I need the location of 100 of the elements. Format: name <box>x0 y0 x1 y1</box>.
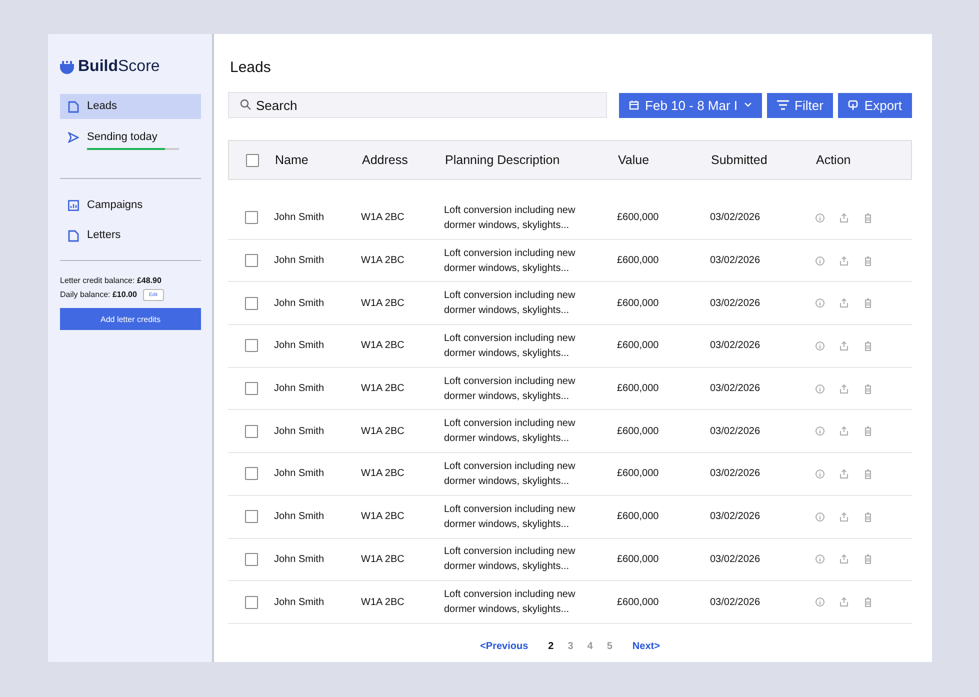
row-checkbox[interactable] <box>244 552 258 566</box>
column-header: Name <box>275 153 310 167</box>
table-cell-text: W1A 2BC <box>361 212 406 224</box>
search-icon <box>240 99 251 110</box>
share-icon[interactable] <box>839 340 849 351</box>
row-checkbox[interactable] <box>244 467 258 480</box>
row-checkbox[interactable] <box>244 254 258 268</box>
trash-icon[interactable] <box>863 512 873 522</box>
nav-item[interactable]: Campaigns <box>60 193 201 217</box>
table-cell-text: 03/02/2026 <box>710 426 762 437</box>
credit-balance: Letter credit balance: £48.90 <box>60 275 162 287</box>
table-cell-text: W1A 2BC <box>361 596 406 608</box>
column-header: Value <box>618 153 650 167</box>
table-cell-text: Loft conversion including new dormer windows, skylights... <box>444 545 576 574</box>
table-cell-text: £600,000 <box>617 255 660 266</box>
table-cell-text: Loft conversion including new dormer windows, skylights... <box>444 502 576 532</box>
nav-item[interactable]: Sending today <box>60 125 201 156</box>
page-title: Leads <box>230 59 272 76</box>
share-icon[interactable] <box>839 426 849 436</box>
info-icon[interactable] <box>815 426 825 436</box>
page-link[interactable]: 5 <box>606 640 612 652</box>
info-icon[interactable] <box>815 384 825 394</box>
share-icon[interactable] <box>839 212 849 223</box>
column-header: Address <box>362 153 409 167</box>
filter-button[interactable]: Filter <box>766 92 834 118</box>
trash-icon[interactable] <box>863 597 873 608</box>
table-cell-text: John Smith <box>274 383 326 394</box>
row-checkbox[interactable] <box>244 382 258 396</box>
share-icon[interactable] <box>839 298 849 308</box>
document-icon <box>68 101 79 113</box>
row-checkbox[interactable] <box>244 296 258 310</box>
table-cell-text: John Smith <box>274 298 326 309</box>
table-cell-text: W1A 2BC <box>361 383 406 394</box>
column-header: Planning Description <box>445 153 561 167</box>
table-cell-text: 03/02/2026 <box>710 212 762 224</box>
trash-icon[interactable] <box>863 468 873 479</box>
info-icon[interactable] <box>815 468 825 479</box>
send-icon <box>68 132 79 143</box>
table-cell-text: 03/02/2026 <box>710 511 762 522</box>
nav-item[interactable]: Leads <box>60 94 201 119</box>
page-link[interactable]: 4 <box>587 640 593 652</box>
table-cell-text: Loft conversion including new dormer windows, skylights... <box>444 460 576 489</box>
trash-icon[interactable] <box>863 426 873 436</box>
share-icon[interactable] <box>839 512 849 522</box>
select-all-checkbox[interactable] <box>246 154 258 166</box>
table-cell-text: John Smith <box>274 554 326 565</box>
previous-link[interactable]: <Previous <box>480 640 528 652</box>
table-cell-text: W1A 2BC <box>361 468 406 480</box>
table-cell-text: John Smith <box>274 426 326 437</box>
share-icon[interactable] <box>839 597 849 608</box>
info-icon[interactable] <box>815 298 825 308</box>
table-cell-text: Loft conversion including new dormer windows, skylights... <box>444 289 576 318</box>
table-cell-text: John Smith <box>274 468 326 480</box>
filter-icon <box>776 100 789 110</box>
brand-name: BuildScore <box>78 58 160 76</box>
page-link[interactable]: 3 <box>568 640 574 652</box>
info-icon[interactable] <box>815 597 825 608</box>
table-cell-text: £600,000 <box>617 511 660 522</box>
table-cell-text: W1A 2BC <box>361 340 406 352</box>
table-cell-text: Loft conversion including new dormer windows, skylights... <box>444 332 576 361</box>
trash-icon[interactable] <box>863 384 873 394</box>
share-icon[interactable] <box>839 256 849 266</box>
export-button[interactable]: Export <box>838 92 912 118</box>
info-icon[interactable] <box>815 340 825 351</box>
share-icon[interactable] <box>839 384 849 394</box>
page-link[interactable]: 2 <box>548 640 554 652</box>
trash-icon[interactable] <box>863 554 873 564</box>
share-icon[interactable] <box>839 468 849 479</box>
table-cell-text: John Smith <box>274 511 326 522</box>
row-checkbox[interactable] <box>244 339 258 352</box>
row-checkbox[interactable] <box>244 510 258 524</box>
table-cell-text: John Smith <box>274 340 326 352</box>
table-cell-text: £600,000 <box>617 340 660 352</box>
trash-icon[interactable] <box>863 298 873 308</box>
add-credits-button[interactable]: Add letter credits <box>60 308 201 330</box>
table-cell-text: £600,000 <box>617 383 660 394</box>
nav-item[interactable]: Letters <box>60 223 201 248</box>
row-checkbox[interactable] <box>244 424 258 438</box>
info-icon[interactable] <box>815 554 825 564</box>
table-cell-text: £600,000 <box>617 468 660 480</box>
table-cell-text: W1A 2BC <box>361 426 406 437</box>
row-checkbox[interactable] <box>244 211 258 224</box>
trash-icon[interactable] <box>863 256 873 266</box>
date-range-button[interactable]: Feb 10 - 8 Mar I <box>619 92 762 118</box>
table-cell-text: 03/02/2026 <box>710 596 762 608</box>
logo-icon <box>60 60 74 74</box>
trash-icon[interactable] <box>863 340 873 351</box>
share-icon[interactable] <box>839 554 849 564</box>
info-icon[interactable] <box>815 256 825 266</box>
table-cell-text: 03/02/2026 <box>710 298 762 309</box>
calendar-icon <box>629 100 640 110</box>
info-icon[interactable] <box>815 512 825 522</box>
row-checkbox[interactable] <box>244 596 258 609</box>
table-cell-text: W1A 2BC <box>361 511 406 522</box>
next-link[interactable]: Next> <box>632 640 660 652</box>
search-field[interactable]: Search <box>228 92 608 118</box>
table-cell-text: 03/02/2026 <box>710 468 762 480</box>
trash-icon[interactable] <box>863 212 873 223</box>
table-cell-text: £600,000 <box>617 298 660 309</box>
info-icon[interactable] <box>815 212 825 223</box>
